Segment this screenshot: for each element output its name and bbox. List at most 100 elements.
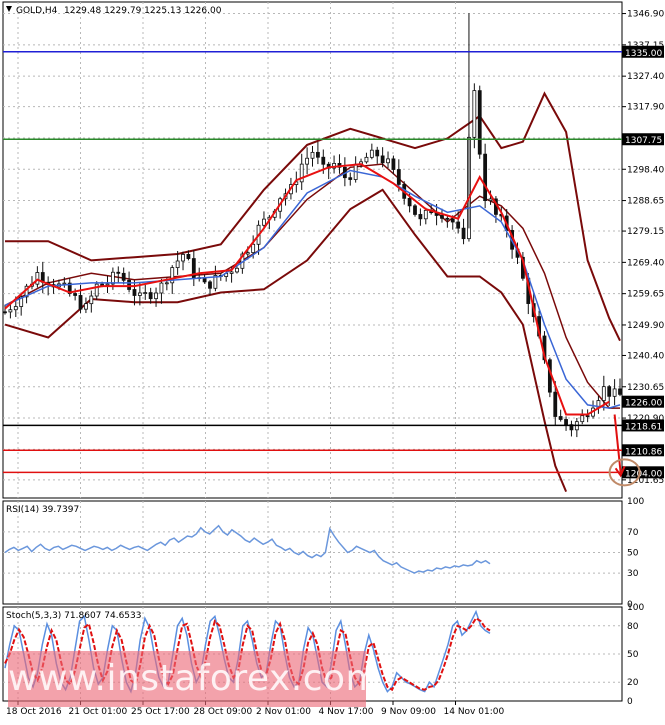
candle-body bbox=[348, 177, 353, 180]
candle-body bbox=[461, 227, 466, 240]
y-tick-label: 1230.65 bbox=[627, 383, 664, 393]
candle-body bbox=[612, 388, 617, 397]
candle-body bbox=[580, 415, 585, 423]
candle-body bbox=[618, 388, 622, 395]
candle-body bbox=[386, 158, 390, 164]
candle-body bbox=[305, 157, 310, 165]
candle-body bbox=[229, 271, 234, 274]
candle-body bbox=[375, 149, 380, 157]
x-tick-label: 28 Oct 09:00 bbox=[194, 707, 253, 717]
rsi-tick-label: 30 bbox=[627, 569, 639, 579]
x-tick-label: 21 Oct 01:00 bbox=[69, 707, 128, 717]
candle-body bbox=[164, 282, 169, 285]
candle-body bbox=[445, 217, 450, 220]
candle-body bbox=[423, 209, 428, 220]
candle-body bbox=[407, 197, 412, 207]
rsi-label: RSI(14) 39.7397 bbox=[6, 505, 79, 515]
y-tick-label: 1269.40 bbox=[627, 258, 664, 268]
candle-body bbox=[472, 90, 477, 138]
candle-body bbox=[391, 158, 396, 170]
candle-body bbox=[94, 283, 99, 297]
candle-body bbox=[440, 215, 444, 219]
level-label-4: 1204.00 bbox=[625, 469, 662, 479]
y-tick-label: 1259.65 bbox=[627, 290, 664, 300]
candle-body bbox=[62, 282, 67, 285]
candle-body bbox=[262, 218, 266, 226]
candle-body bbox=[488, 198, 493, 202]
stoch-tick-label: 100 bbox=[627, 603, 644, 613]
candle-body bbox=[553, 391, 558, 417]
ohlc-label: 1229.48 1229.79 1225.13 1226.00 bbox=[64, 6, 222, 16]
candle-body bbox=[137, 292, 142, 296]
level-label-1: 1307.75 bbox=[625, 136, 662, 146]
candle-body bbox=[3, 311, 7, 314]
level-label-2: 1218.61 bbox=[625, 422, 662, 432]
chart-root: 1346.901337.151327.401317.901308.151298.… bbox=[0, 0, 665, 721]
candle-body bbox=[89, 295, 94, 305]
y-tick-label: 1249.90 bbox=[627, 321, 664, 331]
candle-body bbox=[8, 309, 13, 313]
candle-body bbox=[380, 155, 385, 164]
stoch-tick-label: 80 bbox=[627, 622, 639, 632]
candle-body bbox=[78, 295, 83, 310]
candle-body bbox=[369, 149, 374, 158]
rsi-tick-label: 50 bbox=[627, 549, 639, 559]
candle-body bbox=[310, 151, 315, 159]
candle-body bbox=[175, 260, 180, 269]
level-label-0: 1335.00 bbox=[625, 49, 662, 59]
y-tick-label: 1317.90 bbox=[627, 103, 664, 113]
candle-body bbox=[450, 218, 455, 223]
candle-body bbox=[143, 292, 148, 294]
candle-body bbox=[154, 292, 158, 300]
candle-body bbox=[121, 272, 126, 281]
candle-body bbox=[585, 415, 590, 418]
y-tick-label: 1240.40 bbox=[627, 351, 664, 361]
x-tick-label: 18 Oct 2016 bbox=[6, 707, 62, 717]
candle-body bbox=[84, 303, 88, 310]
candle-body bbox=[483, 153, 488, 202]
y-tick-label: 1288.65 bbox=[627, 197, 664, 207]
y-tick-label: 1327.40 bbox=[627, 72, 664, 82]
candle-body bbox=[35, 272, 40, 285]
candle-body bbox=[251, 243, 256, 254]
candle-body bbox=[418, 214, 423, 220]
rsi-tick-label: 100 bbox=[627, 497, 644, 507]
y-tick-label: 1346.90 bbox=[627, 10, 664, 20]
watermark-text: www.instaforex.com bbox=[8, 658, 382, 699]
candle-body bbox=[127, 279, 131, 290]
candle-body bbox=[186, 254, 191, 259]
candle-body bbox=[235, 267, 239, 273]
candle-body bbox=[116, 271, 121, 274]
candle-body bbox=[315, 151, 320, 158]
x-tick-label: 14 Nov 01:00 bbox=[444, 707, 505, 717]
x-tick-label: 2 Nov 01:00 bbox=[256, 707, 311, 717]
y-tick-label: 1298.40 bbox=[627, 165, 664, 175]
candle-body bbox=[181, 254, 185, 262]
candle-body bbox=[477, 90, 482, 155]
candle-body bbox=[456, 221, 461, 229]
y-tick-label: 1279.15 bbox=[627, 227, 664, 237]
rsi-tick-label: 70 bbox=[627, 528, 639, 538]
candle-body bbox=[364, 156, 369, 163]
symbol-label: GOLD,H4 bbox=[16, 6, 58, 16]
chart-svg: 1346.901337.151327.401317.901308.151298.… bbox=[2, 1, 664, 717]
candle-body bbox=[13, 306, 18, 311]
candle-body bbox=[601, 386, 606, 401]
stoch-tick-label: 0 bbox=[627, 697, 633, 707]
stoch-tick-label: 50 bbox=[627, 650, 639, 660]
candle-body bbox=[413, 205, 417, 215]
x-tick-label: 25 Oct 17:00 bbox=[131, 707, 190, 717]
candle-body bbox=[321, 156, 326, 165]
candle-body bbox=[208, 281, 212, 289]
candle-body bbox=[245, 252, 250, 255]
candle-body bbox=[159, 282, 164, 294]
candle-body bbox=[105, 283, 110, 286]
stoch-tick-label: 20 bbox=[627, 678, 639, 688]
candle-body bbox=[73, 293, 78, 296]
last-price-label: 1226.00 bbox=[625, 399, 662, 409]
candle-body bbox=[558, 416, 563, 420]
candle-body bbox=[132, 289, 137, 296]
candle-body bbox=[148, 292, 153, 300]
candle-body bbox=[100, 283, 105, 286]
x-tick-label: 4 Nov 17:00 bbox=[319, 707, 374, 717]
